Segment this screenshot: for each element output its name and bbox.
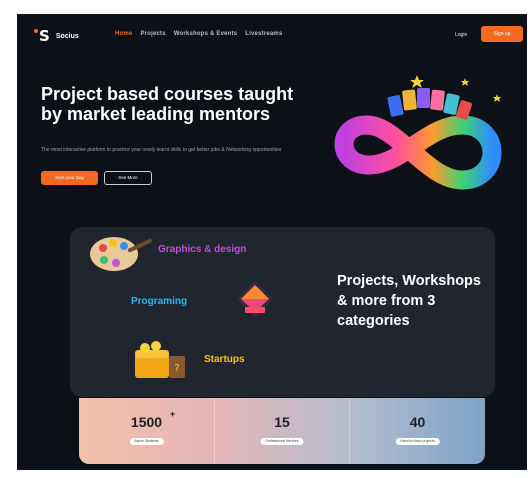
nav-link-home[interactable]: Home [115,31,132,37]
stat-mentors: 15 Professional Mentors [214,398,349,464]
nav-link-livestreams[interactable]: Livestreams [245,31,282,37]
see-more-button[interactable]: See More [104,171,152,185]
stat-label: Active Students [129,438,164,445]
logo-mark-icon: S [34,27,50,45]
nav-link-workshops-events[interactable]: Workshops & Events [174,31,238,37]
page-frame: S Socius Home Projects Workshops & Event… [17,14,527,470]
category-startups[interactable]: Startups [204,354,245,365]
stat-value: 15 [274,414,290,430]
category-programing[interactable]: Programing [131,296,187,307]
hero-subtitle: The most interactive platform to practic… [41,147,282,153]
stat-suffix: + [170,409,176,419]
categories-heading: Projects, Workshops & more from 3 catego… [337,273,481,329]
stat-projects: 40 Hand to class projects [349,398,485,464]
treasure-chest-icon: ? [135,341,185,378]
category-graphics-design[interactable]: Graphics & design [158,244,246,255]
stat-value: 1500 [130,414,163,430]
code-gem-icon [237,281,273,317]
stat-label: Hand to class projects [395,438,440,445]
floating-cards-icon [387,88,472,120]
stat-students: 1500 + Active Students [79,398,214,464]
stat-value: 40 [409,414,426,430]
palette-icon [90,237,152,271]
signup-button[interactable]: Sign up [481,26,523,42]
nav-link-projects[interactable]: Projects [140,31,165,37]
top-nav: S Socius Home Projects Workshops & Event… [17,14,527,56]
logo[interactable]: S Socius [34,27,79,45]
logo-text: Socius [55,32,79,40]
hero-title: Project based courses taught by market l… [41,84,294,124]
star-icon [410,75,424,88]
stats-bar: 1500 + Active Students 15 Professional M… [79,398,485,464]
start-button[interactable]: Start your Day [41,171,98,185]
login-link[interactable]: Login [455,32,467,38]
svg-text:?: ? [174,363,179,374]
nav-links: Home Projects Workshops & Events Livestr… [115,31,283,37]
stat-label: Professional Mentors [260,438,304,445]
infinity-illustration [334,75,502,190]
